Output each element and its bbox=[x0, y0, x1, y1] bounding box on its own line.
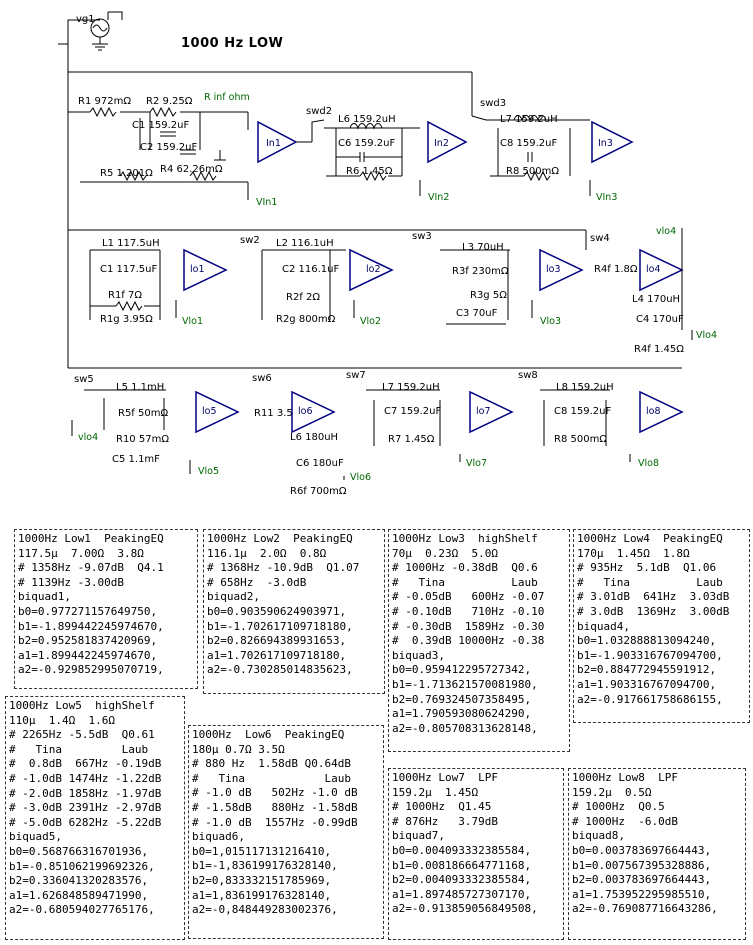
annotation-low4: 1000Hz Low4 PeakingEQ 170µ 1.45Ω 1.8Ω # … bbox=[573, 529, 750, 723]
svg-text:R2f 2Ω: R2f 2Ω bbox=[286, 292, 320, 303]
svg-text:Vlo5: Vlo5 bbox=[198, 466, 219, 477]
svg-text:R5f 50mΩ: R5f 50mΩ bbox=[118, 408, 168, 419]
svg-text:lo7: lo7 bbox=[476, 406, 491, 417]
circuit-schematic: vg1 R1 972mΩ R2 9.25Ω R inf ohm C1 159.2… bbox=[58, 11, 717, 497]
svg-text:swd2: swd2 bbox=[306, 106, 332, 117]
svg-text:Vlo3: Vlo3 bbox=[540, 316, 561, 327]
svg-text:sw2: sw2 bbox=[240, 235, 260, 246]
svg-text:R2g 800mΩ: R2g 800mΩ bbox=[276, 314, 336, 325]
svg-text:swd3: swd3 bbox=[480, 98, 506, 109]
svg-text:In3: In3 bbox=[598, 138, 613, 149]
resistor-r1 bbox=[89, 106, 117, 118]
svg-text:R4f 1.8Ω: R4f 1.8Ω bbox=[594, 264, 638, 275]
svg-text:C3 70uF: C3 70uF bbox=[456, 308, 498, 319]
svg-text:lo4: lo4 bbox=[646, 264, 661, 275]
svg-text:sw8: sw8 bbox=[518, 370, 538, 381]
svg-text:Vlo6: Vlo6 bbox=[350, 472, 371, 483]
svg-text:VIn3: VIn3 bbox=[596, 192, 617, 203]
svg-text:sw6: sw6 bbox=[252, 373, 272, 384]
svg-text:L7 159.2uH: L7 159.2uH bbox=[500, 114, 558, 125]
svg-text:L5 1.1mH: L5 1.1mH bbox=[116, 382, 164, 393]
svg-text:C2 159.2uF: C2 159.2uF bbox=[140, 142, 197, 153]
annotation-low8: 1000Hz Low8 LPF 159.2µ 0.5Ω # 1000Hz Q0.… bbox=[568, 768, 746, 940]
svg-text:C2 116.1uF: C2 116.1uF bbox=[282, 264, 339, 275]
svg-text:R6f 700mΩ: R6f 700mΩ bbox=[290, 486, 347, 497]
svg-text:C6 159.2uF: C6 159.2uF bbox=[338, 138, 395, 149]
svg-text:R inf ohm: R inf ohm bbox=[204, 92, 250, 103]
annotation-low3: 1000Hz Low3 highShelf 70µ 0.23Ω 5.0Ω # 1… bbox=[388, 529, 570, 752]
svg-text:lo3: lo3 bbox=[546, 264, 561, 275]
svg-text:C7 159.2uF: C7 159.2uF bbox=[384, 406, 441, 417]
svg-text:VIn2: VIn2 bbox=[428, 192, 449, 203]
svg-text:L3 70uH: L3 70uH bbox=[462, 242, 504, 253]
svg-text:vlo4: vlo4 bbox=[78, 432, 98, 443]
svg-text:L1 117.5uH: L1 117.5uH bbox=[102, 238, 160, 249]
svg-text:Vlo2: Vlo2 bbox=[360, 316, 381, 327]
svg-text:lo6: lo6 bbox=[298, 406, 313, 417]
svg-text:C6 180uF: C6 180uF bbox=[296, 458, 344, 469]
svg-text:In1: In1 bbox=[266, 138, 281, 149]
svg-text:R1 972mΩ: R1 972mΩ bbox=[78, 96, 131, 107]
svg-text:sw7: sw7 bbox=[346, 370, 366, 381]
svg-text:R3g 5Ω: R3g 5Ω bbox=[470, 290, 507, 301]
svg-text:Vlo1: Vlo1 bbox=[182, 316, 203, 327]
svg-text:VIn1: VIn1 bbox=[256, 197, 277, 208]
svg-text:Vlo8: Vlo8 bbox=[638, 458, 659, 469]
svg-text:C8 159.2uF: C8 159.2uF bbox=[500, 138, 557, 149]
annotation-low6: 1000Hz Low6 PeakingEQ 180µ 0.7Ω 3.5Ω # 8… bbox=[188, 725, 384, 939]
voltage-source-vg1[interactable]: vg1 bbox=[76, 12, 110, 51]
svg-text:R8 500mΩ: R8 500mΩ bbox=[506, 166, 559, 177]
svg-text:lo8: lo8 bbox=[646, 406, 661, 417]
resistor-r2 bbox=[149, 106, 177, 118]
svg-text:R6 1.45Ω: R6 1.45Ω bbox=[346, 166, 393, 177]
svg-text:R2 9.25Ω: R2 9.25Ω bbox=[146, 96, 193, 107]
svg-text:R5 1.201Ω: R5 1.201Ω bbox=[100, 168, 153, 179]
svg-text:sw5: sw5 bbox=[74, 374, 94, 385]
svg-text:Vlo7: Vlo7 bbox=[466, 458, 487, 469]
svg-text:C1 117.5uF: C1 117.5uF bbox=[100, 264, 157, 275]
svg-text:sw4: sw4 bbox=[590, 233, 610, 244]
svg-text:R3f 230mΩ: R3f 230mΩ bbox=[452, 266, 509, 277]
svg-text:L4 170uH: L4 170uH bbox=[632, 294, 680, 305]
svg-text:L6 180uH: L6 180uH bbox=[290, 432, 338, 443]
svg-text:L2 116.1uH: L2 116.1uH bbox=[276, 238, 334, 249]
svg-text:L8 159.2uH: L8 159.2uH bbox=[556, 382, 614, 393]
svg-text:C1 159.2uF: C1 159.2uF bbox=[132, 120, 189, 131]
svg-text:lo5: lo5 bbox=[202, 406, 217, 417]
row3-circuit: sw5 L5 1.1mH R5f 50mΩ R10 57mΩ C5 1.1mF … bbox=[71, 370, 684, 497]
svg-text:R1g 3.95Ω: R1g 3.95Ω bbox=[100, 314, 153, 325]
annotation-low7: 1000Hz Low7 LPF 159.2µ 1.45Ω # 1000Hz Q1… bbox=[388, 768, 564, 940]
row2-circuit: L1 117.5uH C1 117.5uF R1f 7Ω R1g 3.95Ω l… bbox=[89, 226, 717, 355]
svg-text:Vlo4: Vlo4 bbox=[696, 330, 717, 341]
svg-text:In2: In2 bbox=[434, 138, 449, 149]
svg-text:C4 170uF: C4 170uF bbox=[636, 314, 684, 325]
svg-text:lo2: lo2 bbox=[366, 264, 381, 275]
svg-text:R10 57mΩ: R10 57mΩ bbox=[116, 434, 169, 445]
svg-text:lo1: lo1 bbox=[190, 264, 205, 275]
svg-text:R1f 7Ω: R1f 7Ω bbox=[108, 290, 142, 301]
svg-text:vlo4: vlo4 bbox=[656, 226, 676, 237]
svg-text:R8 500mΩ: R8 500mΩ bbox=[554, 434, 607, 445]
svg-text:L6 159.2uH: L6 159.2uH bbox=[338, 114, 396, 125]
annotation-low1: 1000Hz Low1 PeakingEQ 117.5µ 7.00Ω 3.8Ω … bbox=[14, 529, 198, 689]
annotation-low2: 1000Hz Low2 PeakingEQ 116.1µ 2.0Ω 0.8Ω #… bbox=[203, 529, 385, 694]
svg-text:L7 159.2uH: L7 159.2uH bbox=[382, 382, 440, 393]
row1-circuit: R1 972mΩ R2 9.25Ω R inf ohm C1 159.2uF C… bbox=[68, 92, 634, 208]
svg-text:C5 1.1mF: C5 1.1mF bbox=[112, 454, 160, 465]
svg-text:R7 1.45Ω: R7 1.45Ω bbox=[388, 434, 435, 445]
svg-text:C8 159.2uF: C8 159.2uF bbox=[554, 406, 611, 417]
svg-text:R4 62.26mΩ: R4 62.26mΩ bbox=[160, 164, 223, 175]
svg-text:R4f 1.45Ω: R4f 1.45Ω bbox=[634, 344, 684, 355]
svg-text:sw3: sw3 bbox=[412, 231, 432, 242]
annotation-low5: 1000Hz Low5 highShelf 110µ 1.4Ω 1.6Ω # 2… bbox=[5, 696, 185, 940]
